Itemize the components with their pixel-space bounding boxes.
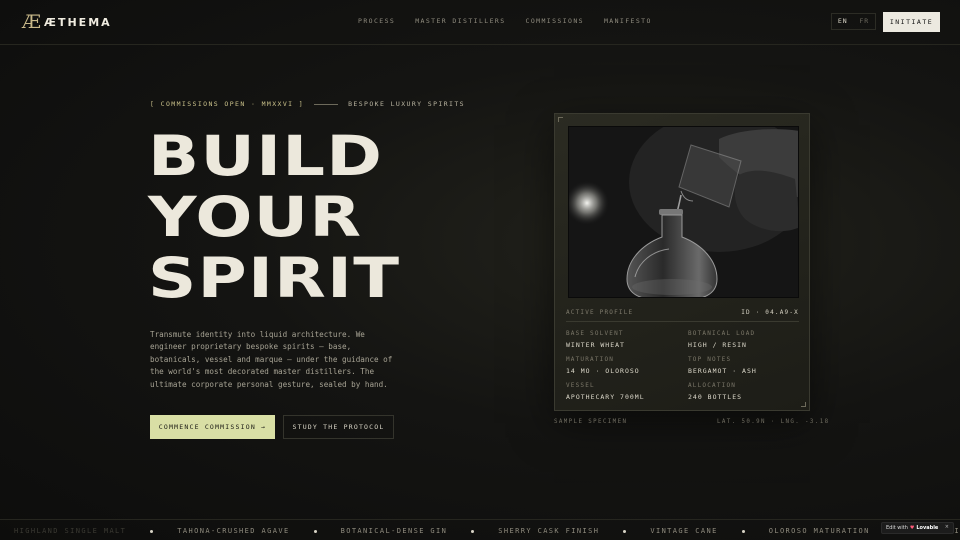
corner-mark	[801, 402, 806, 407]
ticker-item: HIGHLAND SINGLE MALT	[14, 527, 177, 535]
spec-maturation: MATURATION 14 MO · OLOROSO	[566, 356, 640, 375]
lang-fr-button[interactable]: FR	[854, 14, 876, 29]
ticker-text: BOTANICAL-DENSE GIN	[340, 527, 448, 535]
language-switcher: EN FR	[831, 13, 876, 30]
lovable-heart-icon: ♥	[909, 525, 915, 531]
eyebrow-tagline: BESPOKE LUXURY SPIRITS	[348, 100, 465, 108]
nav-link-manifesto[interactable]: MANIFESTO	[604, 17, 652, 25]
bullet-icon	[471, 529, 475, 533]
bullet-icon	[623, 529, 627, 533]
ticker-item: BOTANICAL-DENSE GIN	[341, 527, 499, 535]
ticker-text: HIGHLAND SINGLE MALT	[14, 527, 127, 535]
ticker-item: SHERRY CASK FINISH	[498, 527, 650, 535]
ticker-text: VINTAGE CANE	[650, 527, 718, 535]
edit-with-lovable-badge[interactable]: Edit with ♥ Lovable ×	[881, 522, 954, 534]
marquee-ticker: HIGHLAND SINGLE MALT TAHONA-CRUSHED AGAV…	[0, 519, 960, 540]
study-protocol-button[interactable]: STUDY THE PROTOCOL	[283, 415, 394, 439]
spec-value: WINTER WHEAT	[566, 341, 625, 349]
ticker-item: VINTAGE CANE	[650, 527, 768, 535]
spec-botanical-load: BOTANICAL LOAD HIGH / RESIN	[688, 330, 755, 349]
logo[interactable]: Æ ÆTHEMA	[22, 11, 112, 33]
spec-allocation: ALLOCATION 240 BOTTLES	[688, 382, 742, 401]
eyebrow-divider	[314, 103, 339, 105]
spec-key: VESSEL	[566, 382, 595, 389]
spec-value: BERGAMOT · ASH	[688, 367, 757, 375]
badge-prefix: Edit with	[886, 525, 908, 531]
sample-specimen-caption: SAMPLE SPECIMEN	[554, 419, 628, 425]
headline-line-1: BUILD	[148, 124, 384, 188]
pouring-flask-illustration	[569, 127, 798, 297]
ticker-text: TAHONA-CRUSHED AGAVE	[177, 527, 290, 535]
spec-key: BOTANICAL LOAD	[688, 330, 756, 337]
bullet-icon	[313, 529, 317, 533]
corner-mark	[558, 117, 563, 122]
badge-brand: Lovable	[916, 525, 939, 531]
close-icon[interactable]: ×	[945, 524, 949, 530]
spec-key: BASE SOLVENT	[566, 330, 624, 337]
spec-vessel: VESSEL APOTHECARY 700ML	[566, 382, 645, 401]
ticker-text: OLOROSO MATURATION	[768, 527, 870, 535]
spec-base-solvent: BASE SOLVENT WINTER WHEAT	[566, 330, 625, 349]
active-profile-row: ACTIVE PROFILE ID · 04.A9-X	[566, 309, 799, 316]
nav-link-commissions[interactable]: COMMISSIONS	[526, 17, 584, 25]
hero-headline: BUILD YOUR SPIRIT	[148, 126, 551, 309]
spec-value: HIGH / RESIN	[688, 341, 747, 349]
specimen-photo	[568, 126, 799, 298]
profile-id: ID · 04.A9-X	[741, 309, 799, 316]
lang-en-button[interactable]: EN	[832, 14, 854, 29]
hero-description: Transmute identity into liquid architect…	[150, 330, 393, 389]
nav-link-master-distillers[interactable]: MASTER DISTILLERS	[415, 17, 505, 25]
spec-key: MATURATION	[566, 356, 615, 363]
spec-top-notes: TOP NOTES BERGAMOT · ASH	[688, 356, 757, 375]
ticker-item: TAHONA-CRUSHED AGAVE	[177, 527, 340, 535]
spec-key: TOP NOTES	[688, 356, 732, 363]
nav-link-process[interactable]: PROCESS	[358, 17, 395, 25]
spec-value: 14 MO · OLOROSO	[566, 367, 640, 375]
spec-key: ALLOCATION	[688, 382, 737, 389]
commissions-status: [ COMMISSIONS OPEN · MMXXVI ]	[150, 100, 305, 108]
bullet-icon	[741, 529, 745, 533]
active-profile-label: ACTIVE PROFILE	[566, 309, 634, 316]
coordinates-caption: LAT. 50.9N · LNG. -3.18	[717, 419, 830, 425]
nav-links: PROCESS MASTER DISTILLERS COMMISSIONS MA…	[358, 17, 652, 25]
headline-line-2: YOUR	[148, 185, 363, 249]
headline-line-3: SPIRIT	[148, 246, 401, 310]
commence-commission-button[interactable]: COMMENCE COMMISSION →	[150, 415, 275, 439]
top-nav: Æ ÆTHEMA PROCESS MASTER DISTILLERS COMMI…	[0, 0, 960, 45]
ticker-text: SHERRY CASK FINISH	[498, 527, 600, 535]
logo-wordmark: ÆTHEMA	[44, 15, 112, 29]
ticker-track: HIGHLAND SINGLE MALT TAHONA-CRUSHED AGAV…	[14, 527, 960, 535]
specimen-card: ACTIVE PROFILE ID · 04.A9-X BASE SOLVENT…	[554, 113, 810, 411]
spec-value: APOTHECARY 700ML	[566, 393, 645, 401]
card-divider	[566, 321, 799, 322]
hero-eyebrow: [ COMMISSIONS OPEN · MMXXVI ] BESPOKE LU…	[150, 100, 465, 108]
initiate-button[interactable]: INITIATE	[883, 12, 940, 32]
logo-mark-icon: Æ	[22, 11, 41, 33]
bullet-icon	[150, 529, 154, 533]
spec-value: 240 BOTTLES	[688, 393, 743, 401]
